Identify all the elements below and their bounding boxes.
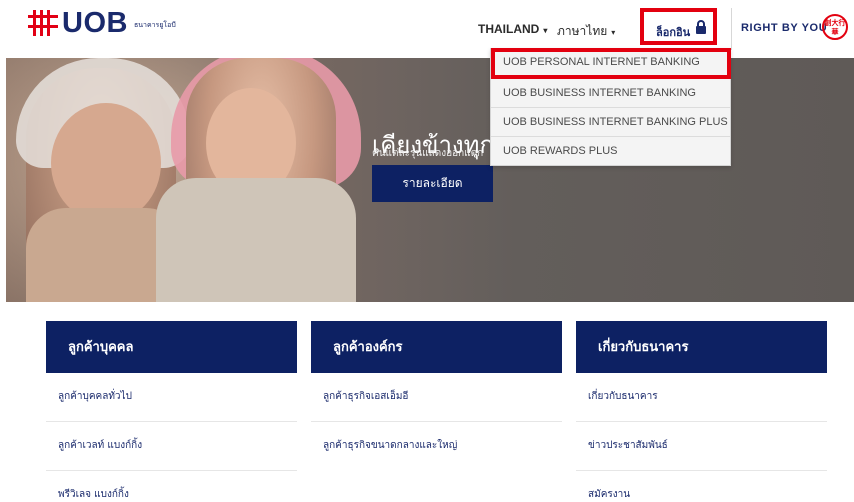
language-selector[interactable]: ภาษาไทย ▾ (557, 22, 615, 41)
list-item[interactable]: ลูกค้าธุรกิจเอสเอ็มอี (311, 373, 562, 422)
column-personal: ลูกค้าบุคคล ลูกค้าบุคคลทั่วไป ลูกค้าเวลท… (46, 321, 297, 502)
column-about: เกี่ยวกับธนาคาร เกี่ยวกับธนาคาร ข่าวประช… (576, 321, 827, 502)
uob-logo-icon (28, 10, 58, 36)
list-item[interactable]: ลูกค้าธุรกิจขนาดกลางและใหญ่ (311, 422, 562, 471)
tagline: RIGHT BY YOU (741, 22, 828, 34)
seal-icon: 創大行華 (822, 14, 848, 40)
dropdown-item-business-banking[interactable]: UOB BUSINESS INTERNET BANKING (491, 79, 730, 108)
dropdown-item-business-banking-plus[interactable]: UOB BUSINESS INTERNET BANKING PLUS (491, 108, 730, 137)
column-title[interactable]: ลูกค้าองค์กร (311, 321, 562, 373)
login-label: ล็อกอิน (656, 26, 691, 39)
uob-logo[interactable]: UOB ธนาคารยูโอบี (28, 8, 176, 38)
list-item[interactable]: เกี่ยวกับธนาคาร (576, 373, 827, 422)
page: UOB ธนาคารยูโอบี THAILAND ▾ ภาษาไทย ▾ ล็อก… (0, 0, 854, 502)
country-selector[interactable]: THAILAND ▾ (478, 22, 547, 36)
login-dropdown: UOB PERSONAL INTERNET BANKING UOB BUSINE… (490, 48, 731, 166)
column-title[interactable]: ลูกค้าบุคคล (46, 321, 297, 373)
caret-down-icon: ▾ (543, 26, 548, 35)
dropdown-item-personal-banking[interactable]: UOB PERSONAL INTERNET BANKING (491, 48, 731, 79)
dropdown-item-rewards-plus[interactable]: UOB REWARDS PLUS (491, 137, 730, 166)
list-item[interactable]: พรีวิเลจ แบงก์กิ้ง (46, 471, 297, 502)
list-item[interactable]: ลูกค้าเวลท์ แบงก์กิ้ง (46, 422, 297, 471)
caret-down-icon: ▾ (611, 28, 616, 37)
hero-details-button[interactable]: รายละเอียด (372, 165, 493, 202)
brand-subtitle: ธนาคารยูโอบี (133, 20, 176, 29)
header-divider (731, 8, 732, 50)
hero-subtitle: คนแต่ละรุ่นแสดงออกแตก (372, 148, 484, 159)
country-label: THAILAND (478, 22, 540, 36)
language-label: ภาษาไทย (557, 24, 608, 38)
column-corporate: ลูกค้าองค์กร ลูกค้าธุรกิจเอสเอ็มอี ลูกค้… (311, 321, 562, 471)
lock-icon (696, 20, 706, 34)
brand-name: UOB (62, 7, 128, 39)
login-button[interactable]: ล็อกอิน (640, 8, 717, 45)
list-item[interactable]: สมัครงาน (576, 471, 827, 502)
list-item[interactable]: ลูกค้าบุคคลทั่วไป (46, 373, 297, 422)
list-item[interactable]: ข่าวประชาสัมพันธ์ (576, 422, 827, 471)
column-title[interactable]: เกี่ยวกับธนาคาร (576, 321, 827, 373)
